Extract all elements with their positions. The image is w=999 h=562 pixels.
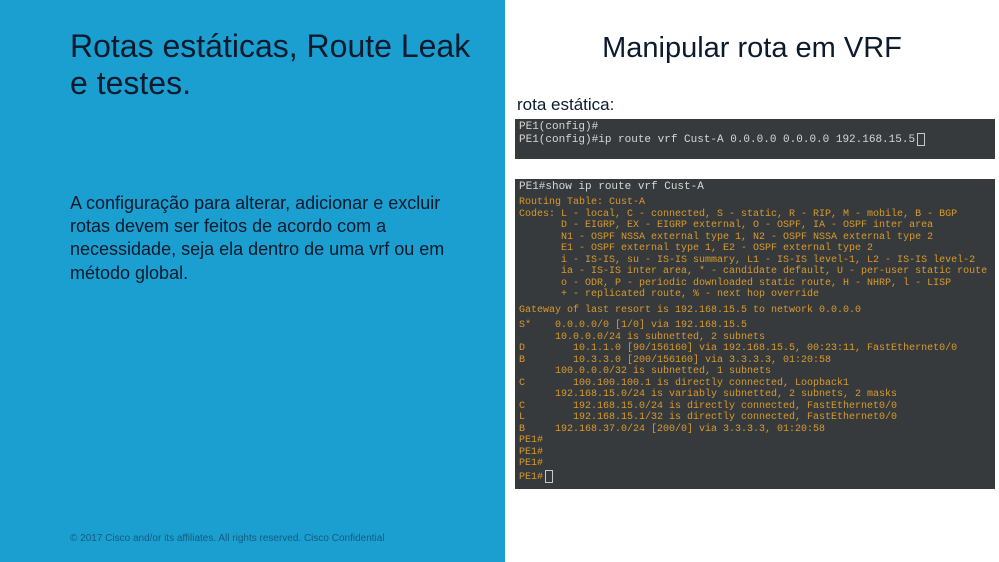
terminal-line: N1 - OSPF NSSA external type 1, N2 - OSP… — [519, 232, 991, 244]
footer-copyright: © 2017 Cisco and/or its affiliates. All … — [70, 533, 385, 544]
terminal-line: i - IS-IS, su - IS-IS summary, L1 - IS-I… — [519, 255, 991, 267]
terminal-line: D - EIGRP, EX - EIGRP external, O - OSPF… — [519, 220, 991, 232]
description-text: A configuração para alterar, adicionar e… — [70, 192, 470, 286]
terminal-line: 192.168.15.0/24 is variably subnetted, 2… — [519, 389, 991, 401]
terminal-line: 10.0.0.0/24 is subnetted, 2 subnets — [519, 332, 991, 344]
terminal-line: PE1#show ip route vrf Cust-A — [519, 181, 991, 193]
terminal-line: PE1# — [519, 435, 991, 447]
terminal-line: B 10.3.3.0 [200/156160] via 3.3.3.3, 01:… — [519, 355, 991, 367]
terminal-line: E1 - OSPF external type 1, E2 - OSPF ext… — [519, 243, 991, 255]
terminal-line: ia - IS-IS inter area, * - candidate def… — [519, 266, 991, 278]
page-title: Rotas estáticas, Route Leak e testes. — [70, 28, 475, 102]
terminal-line: C 192.168.15.0/24 is directly connected,… — [519, 401, 991, 413]
terminal-line: PE1(config)# — [519, 121, 991, 133]
section-subtitle: rota estática: — [517, 95, 999, 115]
terminal-line: Codes: L - local, C - connected, S - sta… — [519, 209, 991, 221]
terminal-line: PE1# — [519, 447, 991, 459]
terminal-line: B 192.168.37.0/24 [200/0] via 3.3.3.3, 0… — [519, 424, 991, 436]
terminal-config: PE1(config)#PE1(config)#ip route vrf Cus… — [515, 119, 995, 159]
terminal-line: S* 0.0.0.0/0 [1/0] via 192.168.15.5 — [519, 320, 991, 332]
terminal-line: Gateway of last resort is 192.168.15.5 t… — [519, 305, 991, 317]
terminal-line: L 192.168.15.1/32 is directly connected,… — [519, 412, 991, 424]
terminal-output: PE1#show ip route vrf Cust-A Routing Tabl… — [515, 179, 995, 489]
terminal-line: 100.0.0.0/32 is subnetted, 1 subnets — [519, 366, 991, 378]
section-title: Manipular rota em VRF — [505, 32, 999, 65]
terminal-line: Routing Table: Cust-A — [519, 197, 991, 209]
terminal-line: PE1# — [519, 470, 991, 484]
right-panel: Manipular rota em VRF rota estática: PE1… — [505, 0, 999, 562]
terminal-line: PE1# — [519, 458, 991, 470]
terminal-line: D 10.1.1.0 [90/156160] via 192.168.15.5,… — [519, 343, 991, 355]
terminal-line: o - ODR, P - periodic downloaded static … — [519, 278, 991, 290]
terminal-line: PE1(config)#ip route vrf Cust-A 0.0.0.0 … — [519, 133, 991, 146]
terminal-line: C 100.100.100.1 is directly connected, L… — [519, 378, 991, 390]
left-panel: Rotas estáticas, Route Leak e testes. A … — [0, 0, 505, 562]
terminal-line: + - replicated route, % - next hop overr… — [519, 289, 991, 301]
